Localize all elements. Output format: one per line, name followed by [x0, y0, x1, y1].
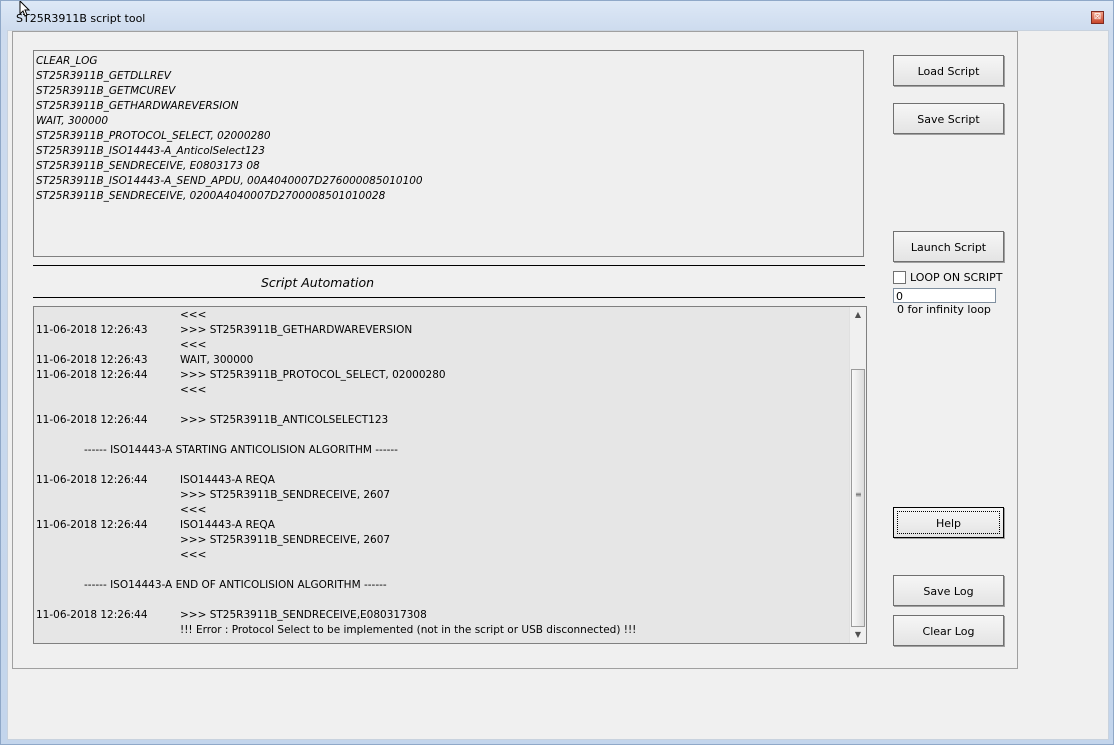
log-message: >>> ST25R3911B_SENDRECEIVE,E080317308 [180, 609, 427, 621]
script-line: ST25R3911B_SENDRECEIVE, E0803173 08 [36, 160, 260, 172]
log-message: <<< [180, 549, 207, 561]
script-line: ST25R3911B_PROTOCOL_SELECT, 02000280 [36, 130, 271, 142]
loop-label: LOOP ON SCRIPT [910, 271, 1003, 284]
clear-log-button[interactable]: Clear Log [893, 615, 1004, 646]
loop-hint: 0 for infinity loop [897, 303, 991, 316]
log-message: >>> ST25R3911B_SENDRECEIVE, 2607 [180, 489, 391, 501]
log-message: >>> ST25R3911B_ANTICOLSELECT123 [180, 414, 389, 426]
app-window: ST25R3911B script tool ⊠ CLEAR_LOG ST25R3… [0, 0, 1114, 745]
log-message: >>> ST25R3911B_PROTOCOL_SELECT, 02000280 [180, 369, 446, 381]
script-line: ST25R3911B_SENDRECEIVE, 0200A4040007D270… [36, 190, 386, 202]
mouse-cursor-icon [19, 1, 31, 17]
script-line: ST25R3911B_ISO14443-A_AnticolSelect123 [36, 145, 265, 157]
log-timestamp: 11-06-2018 12:26:44 [36, 369, 148, 381]
log-timestamp: 11-06-2018 12:26:44 [36, 474, 148, 486]
loop-checkbox[interactable] [893, 271, 906, 284]
scroll-thumb[interactable]: ≡ [851, 369, 865, 627]
script-line: WAIT, 300000 [36, 115, 109, 127]
load-script-button[interactable]: Load Script [893, 55, 1004, 86]
log-message: !!! Error : Protocol Select to be implem… [180, 624, 637, 636]
divider-bottom [33, 297, 865, 298]
log-message: WAIT, 300000 [180, 354, 254, 366]
section-title: Script Automation [260, 275, 375, 290]
log-timestamp: 11-06-2018 12:26:44 [36, 414, 148, 426]
close-icon[interactable]: ⊠ [1091, 11, 1104, 24]
title-bar: ST25R3911B script tool ⊠ [1, 1, 1113, 29]
loop-count-input[interactable]: 0 [893, 288, 996, 303]
save-script-button[interactable]: Save Script [893, 103, 1004, 134]
help-button[interactable]: Help [893, 507, 1004, 538]
script-editor[interactable]: CLEAR_LOG ST25R3911B_GETDLLREV ST25R3911B_… [33, 50, 864, 257]
script-line: ST25R3911B_ISO14443-A_SEND_APDU, 00A4040… [36, 175, 423, 187]
scroll-down-icon[interactable]: ▼ [850, 627, 866, 643]
grip-icon: ≡ [855, 490, 862, 499]
log-message: <<< [180, 504, 207, 516]
log-message: <<< [180, 309, 207, 321]
script-line: ST25R3911B_GETMCUREV [36, 85, 176, 97]
log-timestamp: 11-06-2018 12:26:44 [36, 519, 148, 531]
log-scrollbar[interactable]: ▲ ≡ ▼ [849, 307, 866, 643]
save-log-button[interactable]: Save Log [893, 575, 1004, 606]
log-message: ISO14443-A REQA [180, 519, 275, 531]
focus-rect [897, 511, 1000, 534]
log-message: <<< [180, 384, 207, 396]
log-timestamp: 11-06-2018 12:26:43 [36, 354, 148, 366]
log-section-marker: ------ ISO14443-A END OF ANTICOLISION AL… [84, 579, 387, 591]
script-line: ST25R3911B_GETDLLREV [36, 70, 171, 82]
scroll-up-icon[interactable]: ▲ [850, 307, 866, 323]
log-message: ISO14443-A REQA [180, 474, 275, 486]
log-timestamp: 11-06-2018 12:26:44 [36, 609, 148, 621]
launch-script-button[interactable]: Launch Script [893, 231, 1004, 262]
script-line: ST25R3911B_GETHARDWAREVERSION [36, 100, 239, 112]
log-section-marker: ------ ISO14443-A STARTING ANTICOLISION … [84, 444, 398, 456]
divider-top [33, 265, 865, 266]
window-title: ST25R3911B script tool [16, 12, 146, 25]
log-output[interactable]: !!! Error : Protocol Select to be implem… [33, 306, 867, 644]
log-message: >>> ST25R3911B_SENDRECEIVE, 2607 [180, 534, 391, 546]
client-area: CLEAR_LOG ST25R3911B_GETDLLREV ST25R3911B_… [7, 30, 1109, 740]
log-message: <<< [180, 339, 207, 351]
log-timestamp: 11-06-2018 12:26:43 [36, 324, 148, 336]
main-frame: CLEAR_LOG ST25R3911B_GETDLLREV ST25R3911B_… [12, 31, 1018, 669]
log-message: >>> ST25R3911B_GETHARDWAREVERSION [180, 324, 413, 336]
script-line: CLEAR_LOG [36, 55, 98, 67]
